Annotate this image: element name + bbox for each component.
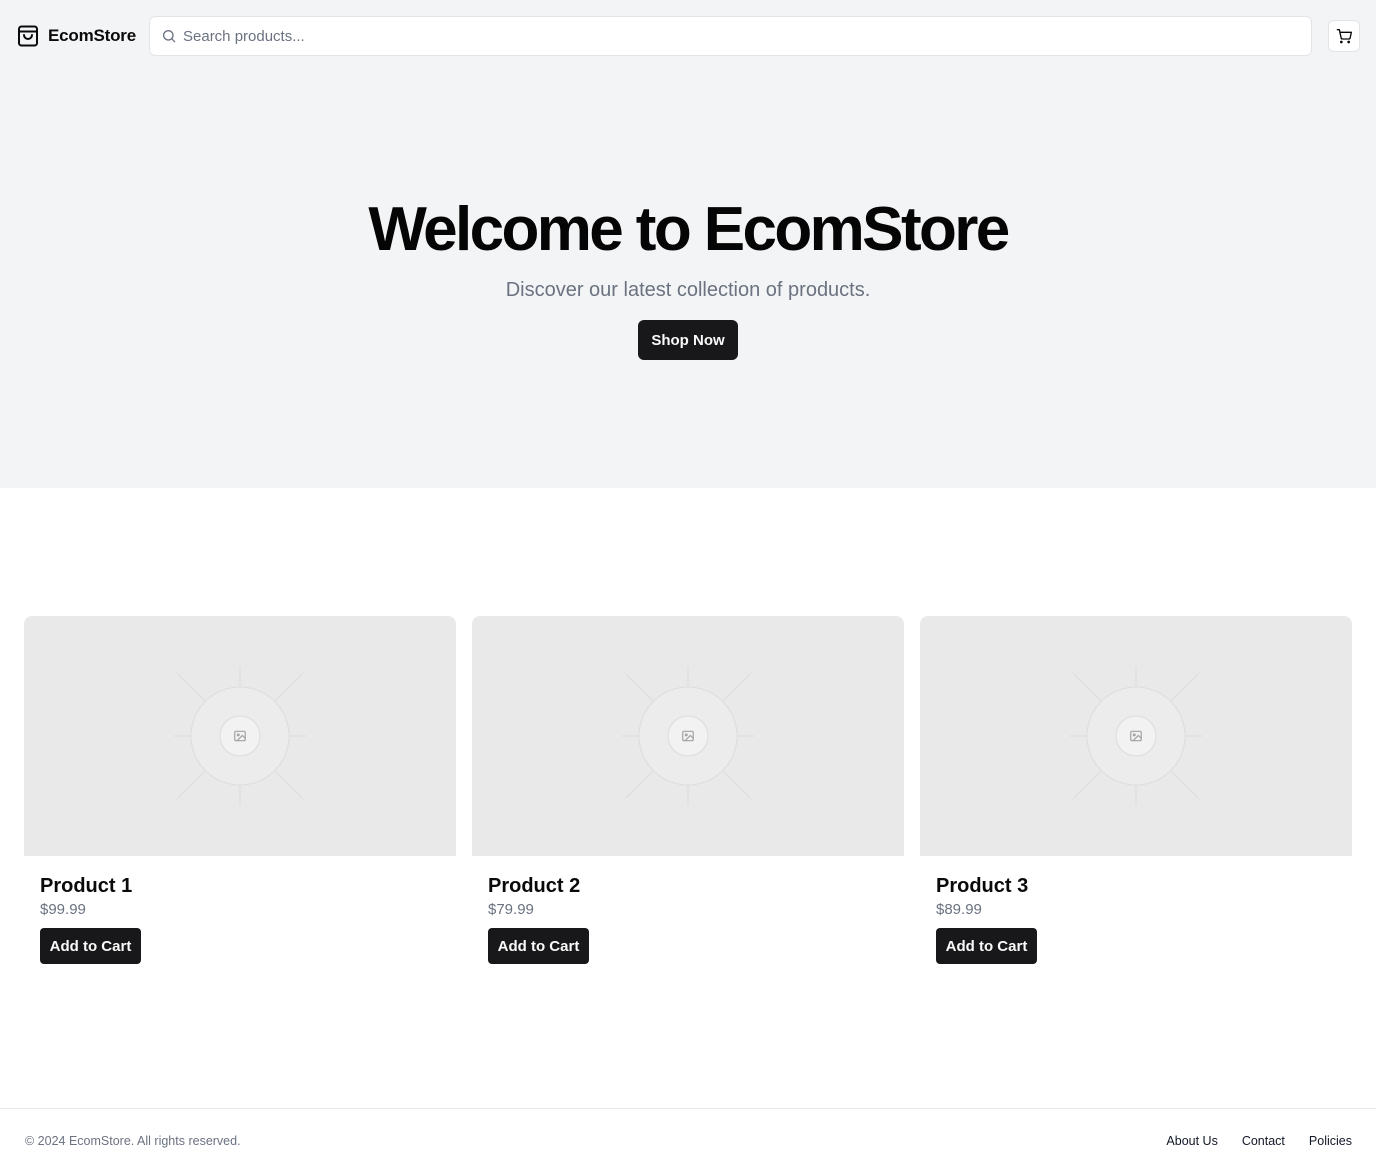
footer-link-policies[interactable]: Policies: [1309, 1133, 1352, 1149]
product-name: Product 1: [40, 875, 133, 897]
hero-title: Welcome to EcomStore: [368, 195, 1010, 264]
product-price: $79.99: [488, 901, 534, 918]
product-name: Product 3: [936, 875, 1029, 897]
cart-button[interactable]: [1328, 20, 1360, 52]
site-header: EcomStore: [0, 0, 1376, 72]
hero-subtitle: Discover our latest collection of produc…: [505, 279, 871, 301]
product-card: Product 1 $99.99 Add to Cart: [24, 616, 456, 984]
product-card: Product 2 $79.99 Add to Cart: [472, 616, 904, 984]
footer-nav: About Us Contact Policies: [1166, 1133, 1352, 1149]
footer-link-about-us[interactable]: About Us: [1166, 1133, 1217, 1149]
shopping-cart-icon: [1336, 28, 1352, 44]
product-image: [920, 616, 1352, 856]
add-to-cart-button[interactable]: Add to Cart: [40, 928, 141, 964]
image-placeholder-icon: [681, 729, 695, 743]
product-image: [24, 616, 456, 856]
site-footer: © 2024 EcomStore. All rights reserved. A…: [0, 1108, 1376, 1173]
search-input[interactable]: [183, 18, 1293, 54]
product-image: [472, 616, 904, 856]
copyright-text: © 2024 EcomStore. All rights reserved.: [25, 1134, 241, 1148]
product-price: $89.99: [936, 901, 982, 918]
shop-now-button[interactable]: Shop Now: [638, 320, 738, 360]
search-box: [149, 16, 1312, 56]
brand-link[interactable]: EcomStore: [16, 23, 136, 49]
footer-link-contact[interactable]: Contact: [1242, 1133, 1285, 1149]
image-placeholder-icon: [233, 729, 247, 743]
product-card: Product 3 $89.99 Add to Cart: [920, 616, 1352, 984]
hero-section: Welcome to EcomStore Discover our latest…: [0, 72, 1376, 488]
add-to-cart-button[interactable]: Add to Cart: [488, 928, 589, 964]
add-to-cart-button[interactable]: Add to Cart: [936, 928, 1037, 964]
image-placeholder-icon: [1129, 729, 1143, 743]
brand-name: EcomStore: [48, 26, 136, 45]
product-name: Product 2: [488, 875, 581, 897]
product-price: $99.99: [40, 901, 86, 918]
search-icon: [161, 28, 177, 44]
shopping-bag-icon: [16, 23, 40, 49]
